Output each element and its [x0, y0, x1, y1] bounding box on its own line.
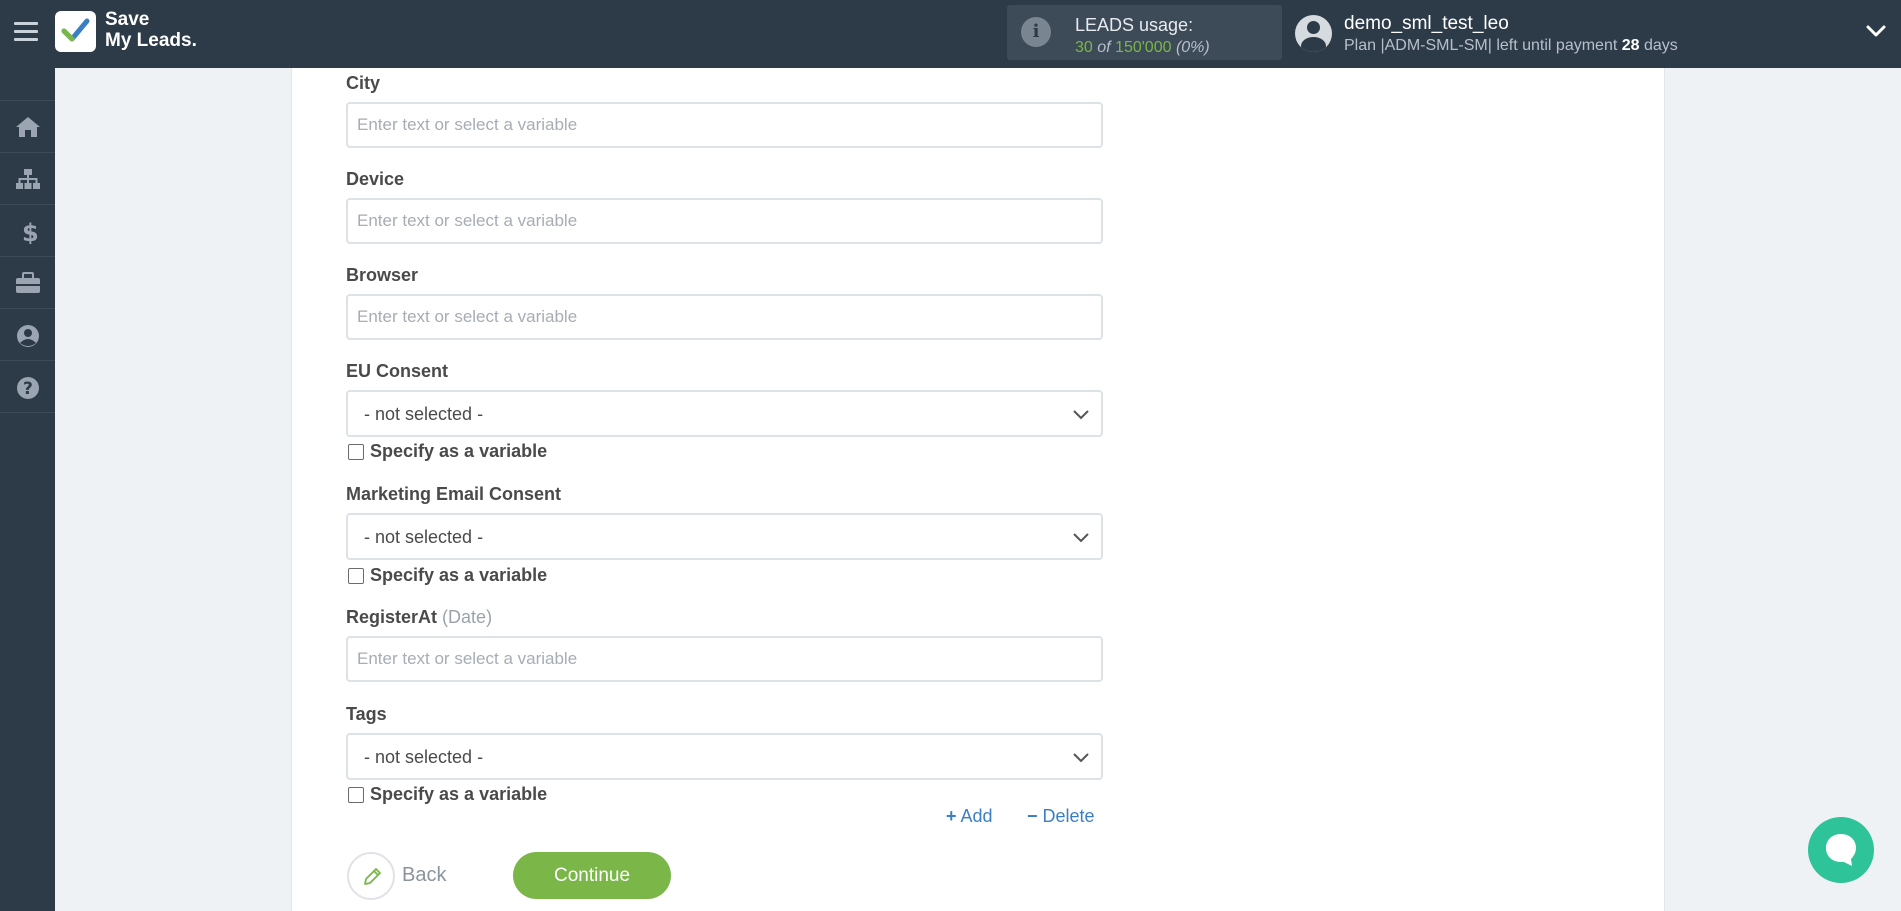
- sidebar-item-projects[interactable]: [0, 257, 55, 309]
- plus-icon: +: [946, 806, 957, 826]
- delete-label: Delete: [1042, 806, 1095, 826]
- plan-text: Plan |ADM-SML-SM| left until payment: [1344, 37, 1618, 54]
- browser-input[interactable]: [346, 294, 1103, 340]
- checkbox-label: Specify as a variable: [370, 441, 548, 461]
- user-name[interactable]: demo_sml_test_leo: [1344, 13, 1509, 35]
- tags-value: - not selected -: [364, 747, 484, 767]
- continue-button[interactable]: Continue: [513, 852, 671, 899]
- chat-icon: [1826, 834, 1856, 866]
- user-circle-icon: [17, 325, 39, 347]
- add-button[interactable]: + Add: [946, 806, 993, 827]
- eu-consent-label: EU Consent: [346, 361, 449, 381]
- back-button[interactable]: [347, 852, 395, 900]
- top-bar: Save My Leads. i LEADS usage: 30 of 150'…: [0, 0, 1901, 68]
- logo-check-icon: [61, 18, 90, 42]
- marketing-consent-label: Marketing Email Consent: [346, 484, 562, 504]
- sidebar: $ ?: [0, 68, 55, 911]
- sitemap-icon: [16, 169, 40, 189]
- plan-days-suffix: days: [1644, 37, 1678, 54]
- checkbox-label: Specify as a variable: [370, 565, 548, 585]
- menu-icon[interactable]: [14, 22, 38, 42]
- brand-name[interactable]: Save My Leads.: [105, 9, 197, 51]
- marketing-consent-value: - not selected -: [364, 527, 484, 547]
- usage-title: LEADS usage:: [1075, 15, 1194, 35]
- svg-text:?: ?: [23, 379, 33, 399]
- usage-used: 30: [1075, 39, 1093, 56]
- usage-total: 150'000: [1115, 39, 1172, 56]
- register-at-hint: (Date): [442, 607, 493, 627]
- sidebar-item-home[interactable]: [0, 101, 55, 153]
- checkbox[interactable]: [348, 787, 364, 803]
- chevron-down-icon[interactable]: [1866, 24, 1886, 38]
- home-icon: [16, 117, 40, 137]
- device-label: Device: [346, 169, 405, 189]
- briefcase-icon: [16, 272, 40, 293]
- device-input[interactable]: [346, 198, 1103, 244]
- user-plan: Plan |ADM-SML-SM| left until payment 28 …: [1344, 37, 1678, 55]
- checkbox[interactable]: [348, 568, 364, 584]
- browser-label: Browser: [346, 265, 419, 285]
- dollar-icon: $: [22, 220, 39, 244]
- brand-line-2: My Leads.: [105, 30, 197, 51]
- help-icon: ?: [17, 377, 39, 399]
- sidebar-item-help[interactable]: ?: [0, 361, 55, 413]
- register-at-label: RegisterAt (Date): [346, 607, 492, 628]
- city-input[interactable]: [346, 102, 1103, 148]
- svg-text:$: $: [22, 220, 39, 244]
- tags-label: Tags: [346, 704, 387, 724]
- add-label: Add: [960, 806, 993, 826]
- chevron-down-icon: [1073, 533, 1089, 543]
- usage-count: 30 of 150'000 (0%): [1075, 39, 1210, 57]
- leads-usage-panel: i LEADS usage: 30 of 150'000 (0%): [1007, 5, 1282, 60]
- sidebar-item-account[interactable]: [0, 309, 55, 361]
- plan-days: 28: [1621, 37, 1640, 54]
- usage-of: of: [1097, 39, 1111, 56]
- register-at-label-text: RegisterAt: [346, 607, 438, 627]
- eu-consent-value: - not selected -: [364, 404, 484, 424]
- tags-select[interactable]: - not selected -: [346, 733, 1103, 780]
- register-at-input[interactable]: [346, 636, 1103, 682]
- marketing-consent-select[interactable]: - not selected -: [346, 513, 1103, 560]
- usage-percent: (0%): [1175, 39, 1210, 56]
- chevron-down-icon: [1073, 753, 1089, 763]
- avatar[interactable]: [1295, 15, 1332, 52]
- minus-icon: −: [1027, 806, 1038, 826]
- sidebar-item-connections[interactable]: [0, 153, 55, 205]
- delete-button[interactable]: − Delete: [1027, 806, 1095, 827]
- sidebar-item-billing[interactable]: $: [0, 205, 55, 257]
- brand-line-1: Save: [105, 9, 150, 30]
- logo[interactable]: [55, 11, 96, 52]
- chat-button[interactable]: [1808, 817, 1874, 883]
- chevron-down-icon: [1073, 410, 1089, 420]
- eu-consent-select[interactable]: - not selected -: [346, 390, 1103, 437]
- checkbox-label: Specify as a variable: [370, 784, 548, 804]
- checkbox[interactable]: [348, 444, 364, 460]
- back-label[interactable]: Back: [402, 864, 446, 887]
- pencil-icon: [364, 868, 381, 885]
- info-icon: i: [1021, 17, 1051, 47]
- city-label: City: [346, 73, 381, 93]
